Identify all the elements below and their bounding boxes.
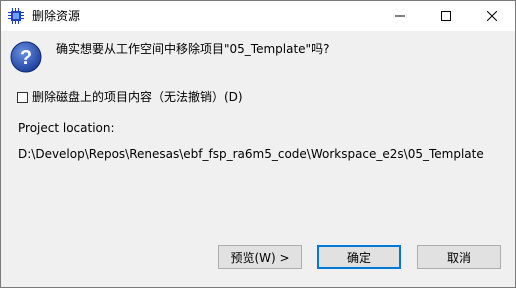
delete-contents-label[interactable]: 删除磁盘上的项目内容（无法撤销）(D) — [32, 90, 243, 104]
chip-icon — [8, 8, 24, 24]
maximize-icon — [441, 11, 451, 21]
minimize-button[interactable] — [377, 1, 423, 31]
ok-button[interactable]: 确定 — [317, 245, 401, 269]
confirmation-message: 确实想要从工作空间中移除项目"05_Template"吗? — [56, 42, 330, 56]
close-button[interactable] — [469, 1, 515, 31]
title-bar[interactable]: 删除资源 — [1, 1, 515, 31]
maximize-button[interactable] — [423, 1, 469, 31]
delete-contents-option[interactable]: 删除磁盘上的项目内容（无法撤销）(D) — [17, 90, 243, 104]
delete-resources-dialog: 删除资源 ? 确实想要从工作空间中移除项目"05_Template"吗? 删除磁… — [0, 0, 516, 288]
svg-text:?: ? — [20, 47, 32, 69]
project-location-label: Project location: — [18, 121, 115, 135]
minimize-icon — [395, 15, 405, 17]
project-location-path: D:\Develop\Repos\Renesas\ebf_fsp_ra6m5_c… — [18, 147, 484, 161]
window-title: 删除资源 — [32, 9, 81, 23]
delete-contents-checkbox[interactable] — [17, 91, 28, 103]
close-icon — [487, 11, 497, 21]
question-icon: ? — [10, 41, 42, 73]
preview-button[interactable]: 预览(W) > — [218, 245, 302, 269]
cancel-button[interactable]: 取消 — [417, 245, 501, 269]
